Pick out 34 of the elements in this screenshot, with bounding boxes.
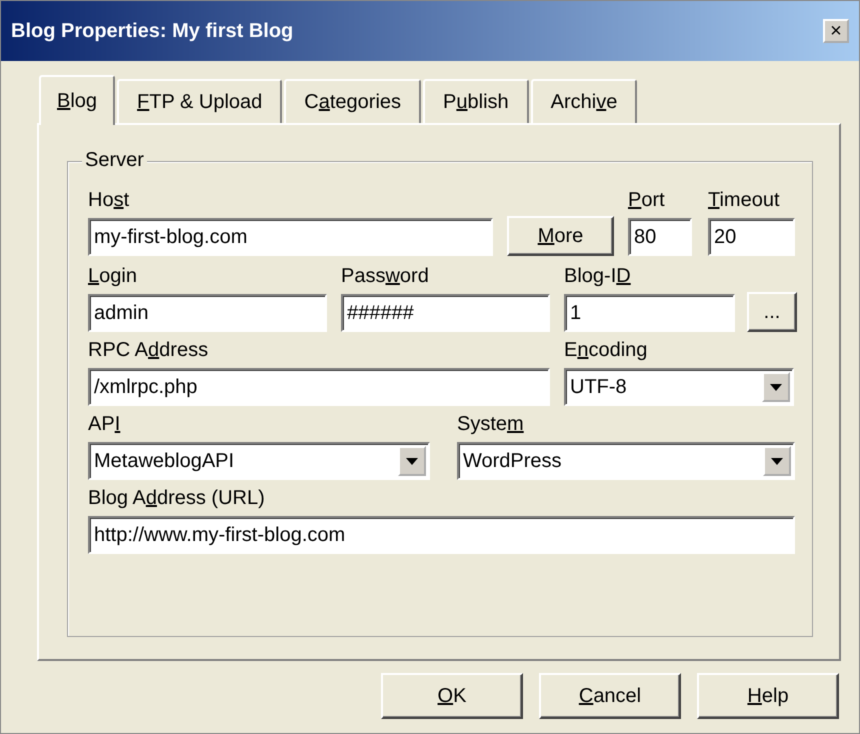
tab[interactable]: FTP & Upload xyxy=(117,79,282,123)
field-label: Blog-ID xyxy=(564,264,632,288)
input-field[interactable]: admin xyxy=(88,294,327,332)
dropdown[interactable]: UTF-8 xyxy=(564,368,794,406)
tab[interactable]: Publish xyxy=(423,79,529,123)
input-field[interactable]: 20 xyxy=(708,218,795,256)
field-label: Password xyxy=(341,264,430,288)
input-field[interactable]: my-first-blog.com xyxy=(88,218,493,256)
input-field[interactable]: http://www.my-first-blog.com xyxy=(88,516,795,554)
close-button[interactable]: × xyxy=(823,19,849,43)
input-field[interactable]: ###### xyxy=(341,294,550,332)
tab[interactable]: Blog xyxy=(39,75,116,125)
dialog-button[interactable]: ... xyxy=(747,292,797,332)
field-label: System xyxy=(457,412,525,436)
input-field[interactable]: 80 xyxy=(628,218,692,256)
field-label: Encoding xyxy=(564,338,648,362)
input-field[interactable]: /xmlrpc.php xyxy=(88,368,550,406)
dialog-button[interactable]: Cancel xyxy=(539,673,681,719)
field-label: RPC Address xyxy=(88,338,210,362)
window-title: Blog Properties: My first Blog xyxy=(11,20,294,42)
dropdown[interactable]: WordPress xyxy=(457,442,795,480)
field-label: Timeout xyxy=(708,188,781,212)
dropdown[interactable]: MetaweblogAPI xyxy=(88,442,430,480)
field-label: API xyxy=(88,412,122,436)
field-label: Blog Address (URL) xyxy=(88,486,266,510)
dialog-button[interactable]: More xyxy=(507,216,614,256)
field-label: Port xyxy=(628,188,666,212)
dialog-button[interactable]: Help xyxy=(697,673,839,719)
input-field[interactable]: 1 xyxy=(564,294,735,332)
field-label: Login xyxy=(88,264,138,288)
tab[interactable]: Archive xyxy=(530,79,638,123)
tab[interactable]: Categories xyxy=(284,79,422,123)
field-label: Host xyxy=(88,188,130,212)
dialog-button[interactable]: OK xyxy=(381,673,523,719)
